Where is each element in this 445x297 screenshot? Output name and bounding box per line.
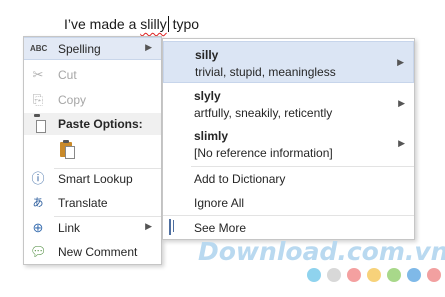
ignore-all-label: Ignore All xyxy=(194,196,245,210)
add-to-dictionary-label: Add to Dictionary xyxy=(194,172,286,186)
suggestion-word: silly xyxy=(195,48,219,62)
watermark-dot xyxy=(367,268,381,282)
link-globe-icon: ⊕ xyxy=(32,220,44,235)
suggestion-item[interactable]: slimly [No reference information] ▶ xyxy=(163,123,414,165)
watermark-dot xyxy=(407,268,421,282)
watermark-text: Download.com.vn xyxy=(198,237,445,266)
suggestion-item[interactable]: silly trivial, stupid, meaningless ▶ xyxy=(163,41,414,83)
menu-item-smart-lookup[interactable]: ⓘ Smart Lookup xyxy=(24,168,161,191)
menu-item-spelling-label: Spelling xyxy=(58,42,101,56)
context-menu: ABC Spelling ▶ ✂ Cut ⎘ Copy Paste Option… xyxy=(23,36,162,265)
spelling-submenu: silly trivial, stupid, meaningless ▶ sly… xyxy=(162,38,415,240)
paste-clipboard-icon xyxy=(60,140,75,159)
watermark-dot xyxy=(427,268,441,282)
copy-icon: ⎘ xyxy=(32,92,44,107)
spelling-abc-icon: ABC xyxy=(30,44,48,53)
watermark-dot xyxy=(387,268,401,282)
text-after: typo xyxy=(168,16,200,32)
menu-item-link-label: Link xyxy=(58,221,81,235)
translate-icon: あ xyxy=(32,197,44,209)
new-comment-icon: 💬︎ xyxy=(30,244,47,259)
misspelled-word[interactable]: slilly xyxy=(140,16,166,32)
suggestion-word: slimly xyxy=(194,129,229,143)
menu-divider xyxy=(191,166,414,167)
see-more-item[interactable]: See More xyxy=(163,217,414,239)
watermark-dot xyxy=(307,268,321,282)
ignore-all-item[interactable]: Ignore All xyxy=(163,192,414,214)
suggestion-definition: trivial, stupid, meaningless xyxy=(195,65,336,79)
suggestion-word: slyly xyxy=(194,89,221,103)
submenu-arrow-icon: ▶ xyxy=(398,138,405,148)
submenu-arrow-icon: ▶ xyxy=(145,221,152,231)
menu-item-spelling[interactable]: ABC Spelling ▶ xyxy=(24,37,161,60)
watermark-dot xyxy=(347,268,361,282)
suggestion-definition: artfully, sneakily, reticently xyxy=(194,106,333,120)
watermark-logo: Download.com.vn xyxy=(198,237,445,266)
submenu-arrow-icon: ▶ xyxy=(398,98,405,108)
menu-item-new-comment[interactable]: 💬︎ New Comment xyxy=(24,241,161,264)
submenu-arrow-icon: ▶ xyxy=(145,42,152,52)
paste-keep-text-button[interactable] xyxy=(58,139,80,163)
menu-divider xyxy=(163,215,414,216)
scissors-icon: ✂ xyxy=(32,67,44,82)
add-to-dictionary-item[interactable]: Add to Dictionary xyxy=(163,168,414,190)
menu-item-translate-label: Translate xyxy=(58,196,108,210)
paste-options-label: Paste Options: xyxy=(58,117,143,131)
menu-item-new-comment-label: New Comment xyxy=(58,245,138,259)
menu-item-copy[interactable]: ⎘ Copy xyxy=(24,89,161,112)
menu-item-smart-lookup-label: Smart Lookup xyxy=(58,172,133,186)
see-more-label: See More xyxy=(194,221,247,235)
menu-item-copy-label: Copy xyxy=(58,93,87,107)
smart-lookup-icon: ⓘ xyxy=(31,171,45,186)
menu-item-translate[interactable]: あ Translate xyxy=(24,192,161,215)
menu-item-cut[interactable]: ✂ Cut xyxy=(24,64,161,87)
menu-item-link[interactable]: ⊕ Link ▶ xyxy=(24,217,161,240)
paste-options-header: Paste Options: xyxy=(24,113,161,135)
suggestion-definition: [No reference information] xyxy=(194,146,333,160)
menu-item-cut-label: Cut xyxy=(58,68,77,82)
book-icon xyxy=(169,219,185,235)
submenu-arrow-icon: ▶ xyxy=(397,57,404,67)
watermark-dot xyxy=(327,268,341,282)
document-text-line[interactable]: I’ve made a slilly typo xyxy=(64,16,199,32)
suggestion-item[interactable]: slyly artfully, sneakily, reticently ▶ xyxy=(163,83,414,125)
text-before: I’ve made a xyxy=(64,16,141,32)
